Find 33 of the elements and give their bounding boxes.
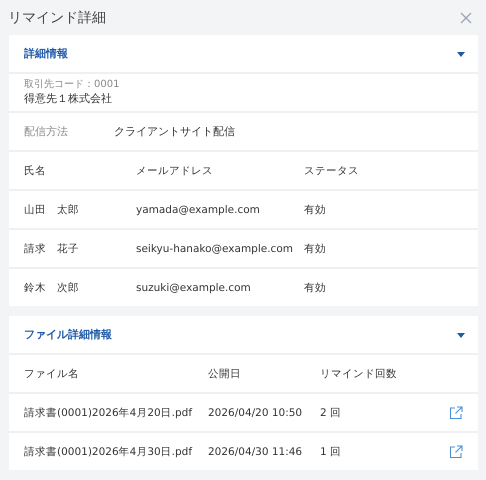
- table-cell-text: yamada@example.com: [136, 204, 261, 216]
- table-cell-text: 山田 太郎: [24, 202, 80, 216]
- table-cell-text: 請求書(0001)2026年4月20日.pdf: [24, 406, 194, 420]
- caret-icon[interactable]: [457, 50, 465, 58]
- table-cell-text: 2026/04/30 11:46: [208, 446, 304, 458]
- caret-icon[interactable]: [457, 330, 465, 338]
- table-cell-text: 1 回: [320, 444, 342, 458]
- column-header: メールアドレス: [136, 164, 214, 178]
- window-title: リマインド詳細: [8, 8, 106, 26]
- table-cell: 有効: [304, 280, 326, 294]
- table-cell-text: suzuki@example.com: [136, 282, 252, 294]
- table-cell: 有効: [304, 202, 326, 216]
- field-value: クライアントサイト配信: [114, 124, 235, 139]
- table-cell-text: seikyu-hanako@example.com: [136, 242, 294, 254]
- table-cell-text: 2026/04/20 10:50: [208, 406, 304, 418]
- client-code: 取引先コード：0001: [24, 79, 120, 90]
- table-cell-text: 請求 花子: [24, 242, 80, 256]
- field-label: 配信方法: [24, 124, 69, 139]
- table-cell: 有効: [304, 242, 326, 256]
- section-title: ファイル詳細情報: [24, 327, 112, 342]
- column-header: ステータス: [304, 164, 359, 178]
- table-cell-text: 鈴木 次郎: [24, 280, 80, 294]
- column-header: 氏名: [24, 164, 47, 178]
- table-cell-text: 請求書(0001)2026年4月30日.pdf: [24, 444, 194, 458]
- client-name: 得意先１株式会社: [24, 91, 113, 106]
- column-header: リマインド回数: [320, 366, 398, 380]
- column-header: ファイル名: [24, 366, 80, 380]
- close-icon[interactable]: [460, 12, 472, 24]
- column-header: 公開日: [208, 366, 242, 380]
- section-title: 詳細情報: [24, 46, 68, 61]
- table-cell-text: 2 回: [320, 406, 342, 420]
- external-link-icon[interactable]: [449, 444, 463, 458]
- external-link-icon[interactable]: [449, 406, 463, 420]
